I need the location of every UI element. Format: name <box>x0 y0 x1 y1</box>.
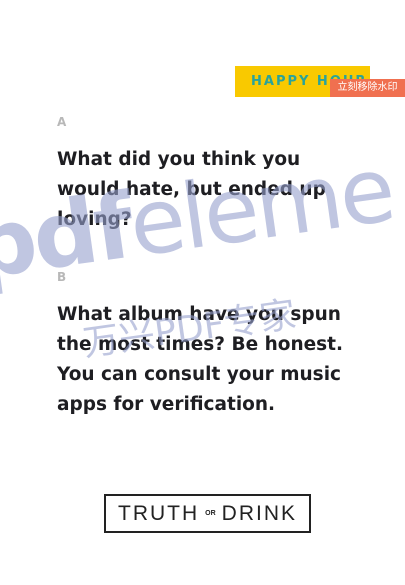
remove-watermark-button[interactable]: 立刻移除水印 <box>330 79 405 97</box>
truth-or-drink-logo: TRUTH OR DRINK <box>104 494 311 533</box>
question-a-label: A <box>57 115 67 129</box>
